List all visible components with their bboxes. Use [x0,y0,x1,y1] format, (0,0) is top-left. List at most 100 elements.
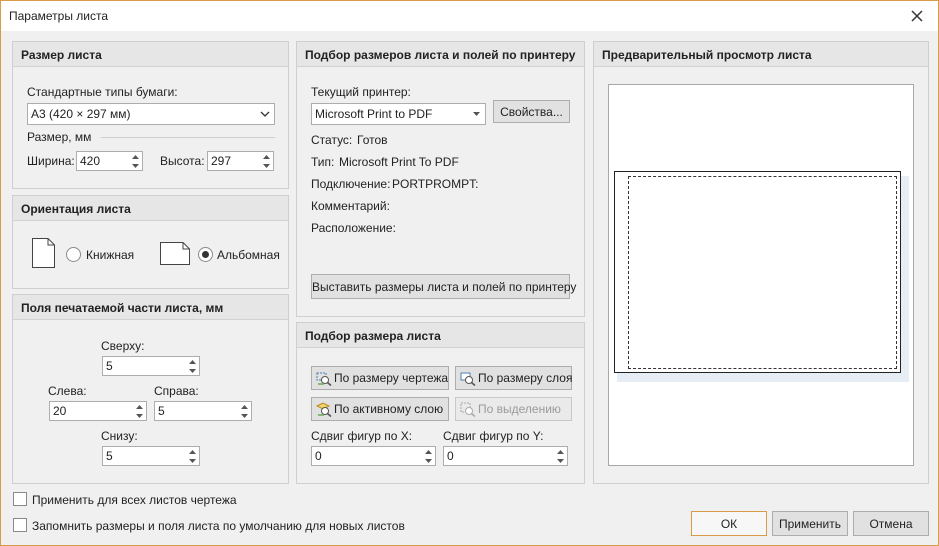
cancel-button[interactable]: Отмена [853,511,929,536]
zoom-drawing-icon [316,372,332,386]
close-button[interactable] [904,5,930,27]
spin-up-icon[interactable] [135,404,143,409]
type-label: Тип: [311,155,335,169]
width-label: Ширина: [27,154,75,168]
fit-active-layer-label: По активному слою [334,402,444,416]
bottom-margin-value: 5 [106,449,113,463]
spin-up-icon[interactable] [240,404,248,409]
landscape-radio[interactable] [198,247,213,262]
spin-up-icon[interactable] [188,359,196,364]
orientation-header: Ориентация листа [13,196,288,221]
shift-y-value: 0 [447,449,454,463]
portrait-label[interactable]: Книжная [86,248,134,262]
paper-types-label: Стандартные типы бумаги: [27,85,178,99]
title-bar: Параметры листа [1,1,938,31]
orientation-panel: Ориентация листа Книжная Альбомная [12,195,289,289]
spin-down-icon[interactable] [240,413,248,418]
shift-x-label: Сдвиг фигур по X: [311,429,413,443]
spin-up-icon[interactable] [556,449,564,454]
right-margin-stepper[interactable]: 5 [154,401,252,421]
preview-canvas [608,84,914,466]
paper-type-value: A3 (420 × 297 мм) [31,107,131,121]
top-margin-value: 5 [106,359,113,373]
left-margin-stepper[interactable]: 20 [49,401,147,421]
spin-up-icon[interactable] [131,154,139,159]
left-margin-label: Слева: [48,384,87,398]
close-icon [911,10,923,22]
size-mm-label: Размер, мм [27,130,92,144]
top-margin-stepper[interactable]: 5 [102,356,200,376]
preview-sheet [614,171,901,373]
right-margin-value: 5 [158,404,165,418]
width-stepper[interactable]: 420 [76,151,143,171]
fit-size-header: Подбор размера листа [297,323,584,348]
zoom-active-layer-icon [316,402,332,417]
bottom-margin-label: Снизу: [101,429,138,443]
preview-print-area [628,176,897,369]
location-label: Расположение: [311,221,396,235]
apply-all-checkbox[interactable] [13,492,27,506]
shift-y-label: Сдвиг фигур по Y: [443,429,544,443]
status-value: Готов [357,133,388,147]
current-printer-label: Текущий принтер: [311,85,411,99]
remember-defaults-label[interactable]: Запомнить размеры и поля листа по умолча… [32,519,405,533]
fit-drawing-label: По размеру чертежа [334,371,449,385]
spin-down-icon[interactable] [135,413,143,418]
spin-up-icon[interactable] [262,154,270,159]
chevron-down-icon [467,104,485,124]
paper-type-select[interactable]: A3 (420 × 297 мм) [27,103,275,125]
size-divider [101,137,275,138]
dialog-window: Параметры листа Размер листа Стандартные… [0,0,939,546]
fit-size-panel: Подбор размера листа По размеру чертежа … [296,322,585,484]
spin-down-icon[interactable] [424,458,432,463]
connection-label: Подключение: [311,177,391,191]
apply-all-label[interactable]: Применить для всех листов чертежа [32,493,237,507]
spin-down-icon[interactable] [188,458,196,463]
portrait-page-icon [32,238,55,268]
apply-button[interactable]: Применить [772,511,848,536]
portrait-radio[interactable] [66,247,81,262]
width-value: 420 [80,154,101,168]
spin-up-icon[interactable] [188,449,196,454]
fit-drawing-button[interactable]: По размеру чертежа [311,366,449,390]
spin-down-icon[interactable] [131,163,139,168]
connection-value: PORTPROMPT: [392,177,479,191]
height-label: Высота: [160,154,205,168]
printer-value: Microsoft Print to PDF [315,107,433,121]
fit-to-printer-button[interactable]: Выставить размеры листа и полей по принт… [311,274,576,299]
height-stepper[interactable]: 297 [207,151,274,171]
spin-up-icon[interactable] [424,449,432,454]
printer-properties-button[interactable]: Свойства... [493,100,570,123]
margins-panel: Поля печатаемой части листа, мм Сверху: … [12,294,289,484]
landscape-page-icon [160,242,190,265]
preview-header: Предварительный просмотр листа [594,42,928,67]
printer-header: Подбор размеров листа и полей по принтер… [297,42,584,67]
shift-x-stepper[interactable]: 0 [311,446,436,466]
paper-size-panel: Размер листа Стандартные типы бумаги: A3… [12,41,289,189]
fit-layer-button[interactable]: По размеру слоя [455,366,572,390]
margins-header: Поля печатаемой части листа, мм [13,295,288,320]
preview-panel: Предварительный просмотр листа [593,41,929,484]
status-label: Статус: [311,133,353,147]
zoom-layer-icon [460,372,476,386]
fit-selection-button[interactable]: По выделению [455,397,572,421]
landscape-label[interactable]: Альбомная [217,248,280,262]
window-title: Параметры листа [9,9,109,23]
fit-active-layer-button[interactable]: По активному слою [311,397,449,421]
shift-y-stepper[interactable]: 0 [443,446,568,466]
spin-down-icon[interactable] [556,458,564,463]
printer-select[interactable]: Microsoft Print to PDF [311,103,486,125]
type-value: Microsoft Print To PDF [339,155,459,169]
shift-x-value: 0 [315,449,322,463]
spin-down-icon[interactable] [188,368,196,373]
ok-button[interactable]: ОК [691,511,767,536]
comment-label: Комментарий: [311,199,390,213]
fit-layer-label: По размеру слоя [478,371,573,385]
spin-down-icon[interactable] [262,163,270,168]
bottom-margin-stepper[interactable]: 5 [102,446,200,466]
chevron-down-icon [256,104,274,124]
paper-size-header: Размер листа [13,42,288,67]
remember-defaults-checkbox[interactable] [13,518,27,532]
height-value: 297 [211,154,232,168]
right-margin-label: Справа: [154,384,199,398]
